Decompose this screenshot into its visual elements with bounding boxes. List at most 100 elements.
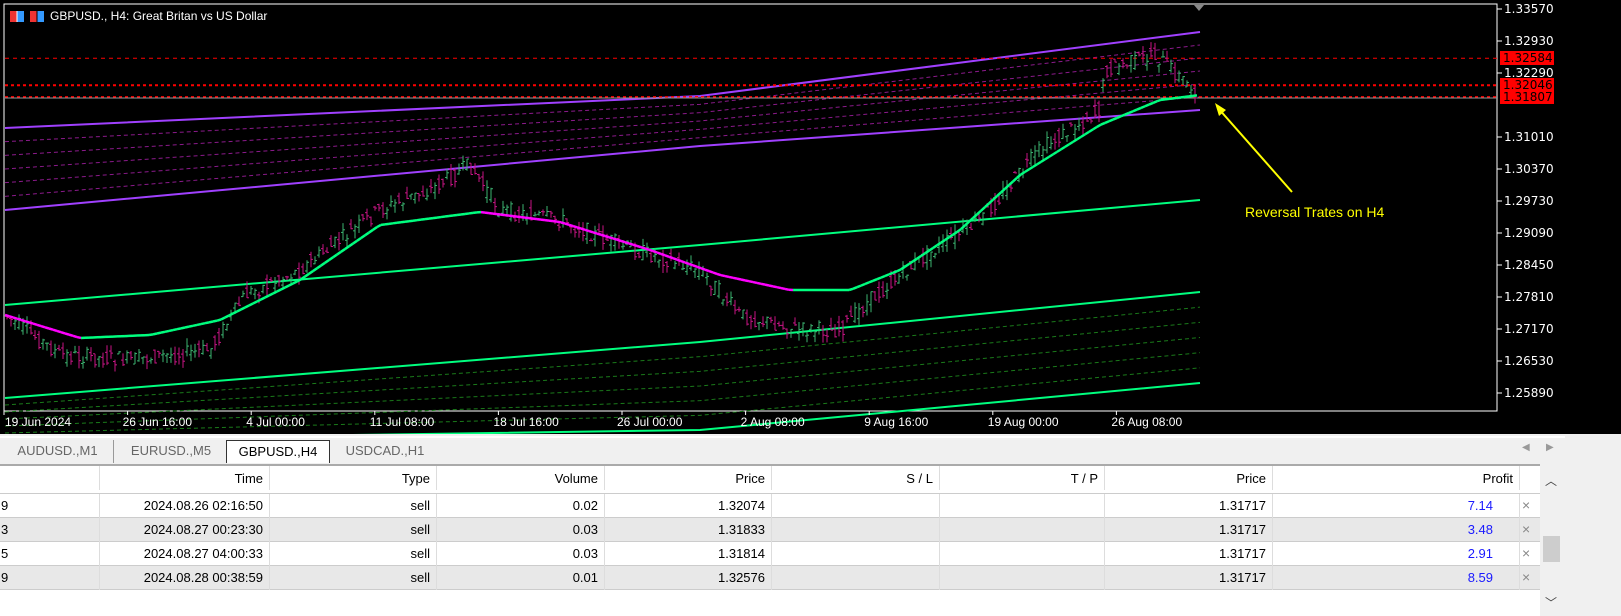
- cell-current-price: 1.31717: [1105, 494, 1273, 518]
- cell-take-profit: [940, 542, 1105, 566]
- trend-ma-segment: [724, 274, 730, 279]
- trend-ma-segment: [456, 213, 462, 217]
- trend-ma-segment: [260, 296, 266, 301]
- trend-ma-segment: [224, 314, 230, 319]
- trend-ma-segment: [976, 209, 982, 216]
- trend-ma-segment: [440, 215, 446, 219]
- close-position-icon[interactable]: ×: [1522, 566, 1530, 588]
- trend-ma-segment: [304, 272, 310, 278]
- trend-ma-segment: [532, 217, 538, 221]
- trend-ma-segment: [960, 224, 966, 231]
- trend-ma-segment: [1004, 184, 1010, 190]
- trend-ma-segment: [496, 212, 502, 216]
- cell-open-price: 1.32576: [605, 566, 772, 590]
- cell-type: sell: [270, 518, 437, 542]
- trend-ma-segment: [760, 282, 766, 286]
- depth-of-market-icon[interactable]: [30, 10, 44, 22]
- cell-time: 2024.08.28 00:38:59: [100, 566, 270, 590]
- cell-time: 2024.08.27 00:23:30: [100, 518, 270, 542]
- trend-ma-segment: [332, 253, 338, 259]
- trend-ma-segment: [316, 264, 322, 270]
- trend-ma-segment: [780, 286, 786, 291]
- trend-ma-segment: [708, 269, 714, 274]
- scroll-down-icon[interactable]: ﹀: [1545, 594, 1557, 611]
- order-level-label: 1.31807: [1500, 90, 1554, 105]
- trend-ma-segment: [892, 270, 898, 274]
- trend-ma-segment: [460, 212, 466, 216]
- price-axis-label: 1.31010: [1504, 130, 1554, 144]
- trend-ma-segment: [376, 223, 382, 229]
- trend-ma-segment: [640, 246, 646, 250]
- cell-open-price: 1.31814: [605, 542, 772, 566]
- table-header: Time Type Volume Price S / LT / P Price Profit: [0, 466, 1540, 494]
- table-row[interactable]: 5 2024.08.27 04:00:33 sell 0.03 1.31814 1.317…: [0, 542, 1540, 566]
- trend-ma-segment: [912, 257, 918, 263]
- tab-audusd-m1[interactable]: AUDUSD.,M1: [2, 440, 114, 463]
- trend-ma-segment: [444, 214, 450, 218]
- trend-ma-segment: [232, 310, 238, 315]
- trend-ma-segment: [508, 214, 514, 218]
- trend-ma-segment: [680, 259, 686, 264]
- trend-ma-segment: [292, 280, 298, 285]
- trend-ma-segment: [504, 213, 510, 217]
- trend-ma-segment: [1040, 158, 1046, 163]
- trend-ma-segment: [32, 322, 38, 327]
- close-position-icon[interactable]: ×: [1522, 494, 1530, 516]
- trend-ma-segment: [996, 191, 1002, 198]
- trend-ma-segment: [644, 247, 650, 251]
- trend-ma-segment: [396, 221, 402, 225]
- trend-ma-segment: [856, 284, 862, 289]
- trend-ma-segment: [472, 211, 478, 215]
- trend-ma-segment: [328, 256, 334, 262]
- reversal-annotation: Reversal Trates on H4: [1245, 204, 1385, 220]
- tab-usdcad-h1[interactable]: USDCAD.,H1: [332, 440, 438, 463]
- cell-type: sell: [270, 542, 437, 566]
- trade-table: Time Type Volume Price S / LT / P Price Profit…: [0, 464, 1540, 616]
- header-stop-loss: S / L: [772, 466, 940, 490]
- close-position-icon[interactable]: ×: [1522, 518, 1530, 540]
- trend-ma-segment: [372, 226, 378, 231]
- trend-ma-segment: [288, 282, 294, 287]
- one-click-trading-icon[interactable]: [10, 10, 24, 22]
- trend-ma-segment: [944, 236, 950, 242]
- trend-ma-segment: [188, 324, 194, 328]
- trend-ma-segment: [196, 322, 202, 327]
- trend-ma-segment: [148, 333, 154, 337]
- trend-ma-segment: [664, 254, 670, 258]
- trend-ma-segment: [584, 228, 590, 233]
- tab-eurusd-m5[interactable]: EURUSD.,M5: [118, 440, 224, 463]
- scroll-thumb[interactable]: [1543, 536, 1560, 562]
- price-chart[interactable]: GBPUSD., H4: Great Britan vs US Dollar 1…: [0, 0, 1621, 434]
- cell-ticket: 9: [0, 494, 100, 518]
- trend-ma-segment: [364, 231, 370, 237]
- trend-ma-segment: [420, 217, 426, 221]
- upper-band-dashed: [4, 44, 1201, 143]
- cell-open-price: 1.32074: [605, 494, 772, 518]
- trend-ma-segment: [1172, 96, 1178, 100]
- table-row[interactable]: 9 2024.08.26 02:16:50 sell 0.02 1.32074 1.317…: [0, 494, 1540, 518]
- trend-ma-segment: [924, 249, 930, 255]
- trend-ma-segment: [616, 238, 622, 243]
- trend-ma-segment: [728, 275, 734, 280]
- tabs-scroll-right-icon[interactable]: ▶: [1546, 442, 1554, 453]
- chart-title: GBPUSD., H4: Great Britan vs US Dollar: [10, 9, 267, 23]
- trend-ma-segment: [164, 329, 170, 334]
- cell-take-profit: [940, 494, 1105, 518]
- trend-ma-segment: [388, 222, 394, 226]
- trend-ma-segment: [1104, 120, 1110, 125]
- trend-ma-segment: [468, 211, 474, 215]
- price-axis-label: 1.32930: [1504, 34, 1554, 48]
- header-time: Time: [100, 466, 270, 490]
- trend-ma-segment: [1072, 138, 1078, 143]
- tabs-scroll-left-icon[interactable]: ◀: [1522, 442, 1530, 453]
- trend-ma-segment: [864, 281, 870, 286]
- table-scrollbar[interactable]: ︿ ﹀: [1541, 464, 1562, 616]
- trend-ma-segment: [244, 304, 250, 309]
- table-row[interactable]: 9 2024.08.28 00:38:59 sell 0.01 1.32576 1.317…: [0, 566, 1540, 590]
- close-position-icon[interactable]: ×: [1522, 542, 1530, 564]
- scroll-up-icon[interactable]: ︿: [1545, 472, 1557, 489]
- tab-gbpusd-h4[interactable]: GBPUSD.,H4: [226, 440, 330, 463]
- header-current-price: Price: [1105, 466, 1273, 490]
- cell-volume: 0.03: [437, 542, 605, 566]
- table-row[interactable]: 3 2024.08.27 00:23:30 sell 0.03 1.31833 1.317…: [0, 518, 1540, 542]
